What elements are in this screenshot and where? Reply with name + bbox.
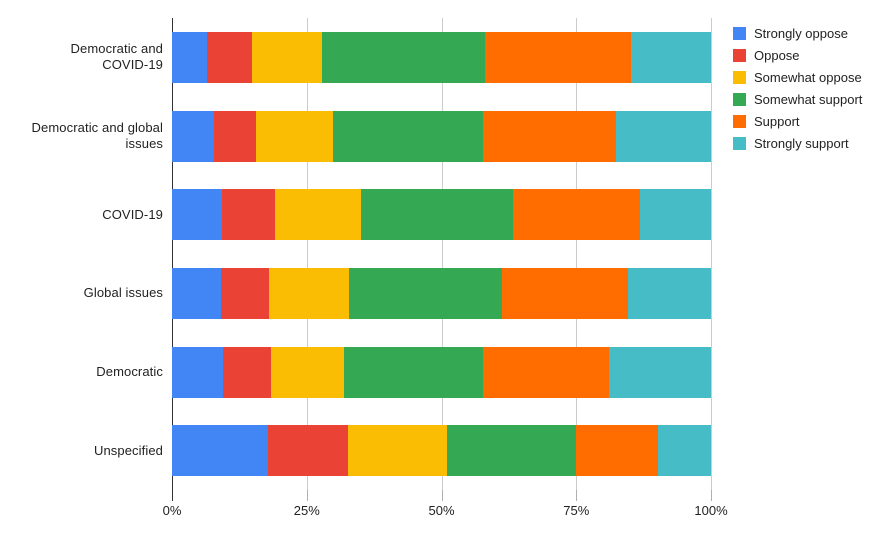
bar-segment[interactable] — [343, 346, 483, 398]
y-axis-label: COVID-19 — [102, 206, 163, 222]
chart-legend: Strongly oppose Oppose Somewhat oppose Some… — [733, 22, 883, 154]
bar-segment[interactable] — [576, 425, 659, 477]
bar-segment[interactable] — [616, 110, 711, 162]
bar-segment[interactable] — [348, 425, 447, 477]
legend-label: Support — [754, 113, 800, 129]
legend-label: Strongly support — [754, 135, 849, 151]
bar-segment[interactable] — [513, 189, 640, 241]
bar-segment[interactable] — [348, 267, 502, 319]
gridline-100pct — [711, 18, 712, 490]
y-axis-label: Democratic and global issues — [31, 120, 163, 151]
bar-segment[interactable] — [639, 189, 711, 241]
bar-segment[interactable] — [172, 189, 223, 241]
bar-row[interactable] — [172, 189, 711, 241]
bar-segment[interactable] — [172, 425, 268, 477]
y-axis-label: Global issues — [83, 285, 163, 301]
x-axis-tick — [711, 490, 712, 501]
bar-segment[interactable] — [207, 31, 252, 83]
bar-segment[interactable] — [361, 189, 514, 241]
bar-row[interactable] — [172, 31, 711, 83]
legend-swatch-icon — [733, 136, 746, 150]
bar-segment[interactable] — [271, 346, 344, 398]
legend-item[interactable]: Somewhat support — [733, 88, 883, 110]
legend-swatch-icon — [733, 26, 746, 40]
legend-swatch-icon — [733, 114, 746, 128]
y-axis-category-labels: Democratic and COVID-19 Democratic and glo… — [0, 18, 163, 490]
bar-row[interactable] — [172, 346, 711, 398]
x-axis-tick-label: 75% — [563, 503, 590, 518]
x-axis-tick-label: 50% — [428, 503, 455, 518]
plot-area — [172, 18, 712, 490]
bar-segment[interactable] — [172, 346, 224, 398]
bar-segment[interactable] — [267, 425, 349, 477]
bar-segment[interactable] — [446, 425, 577, 477]
bar-segment[interactable] — [627, 267, 711, 319]
legend-label: Somewhat oppose — [754, 69, 862, 85]
bar-row[interactable] — [172, 425, 711, 477]
bar-segment[interactable] — [630, 31, 711, 83]
gridline-25pct — [306, 18, 308, 490]
x-axis-tick — [576, 490, 578, 501]
legend-item[interactable]: Strongly support — [733, 132, 883, 154]
legend-label: Somewhat support — [754, 91, 863, 107]
gridline-50pct — [441, 18, 443, 490]
x-axis-tick-label: 25% — [293, 503, 320, 518]
legend-item[interactable]: Somewhat oppose — [733, 66, 883, 88]
bar-row[interactable] — [172, 267, 711, 319]
bar-segment[interactable] — [482, 110, 617, 162]
bar-segment[interactable] — [251, 31, 322, 83]
x-axis-tick-label: 0% — [162, 503, 182, 518]
gridline-75pct — [576, 18, 578, 490]
x-axis-tick — [441, 490, 443, 501]
stacked-bar-chart: Democratic and COVID-19 Democratic and glo… — [0, 0, 885, 547]
bar-segment[interactable] — [222, 189, 275, 241]
bar-segment[interactable] — [256, 110, 334, 162]
bar-segment[interactable] — [482, 346, 609, 398]
gridline-0pct — [172, 18, 173, 490]
bar-segment[interactable] — [172, 31, 208, 83]
legend-item[interactable]: Oppose — [733, 44, 883, 66]
bar-segment[interactable] — [172, 110, 215, 162]
legend-item[interactable]: Strongly oppose — [733, 22, 883, 44]
bar-segment[interactable] — [221, 267, 270, 319]
legend-item[interactable]: Support — [733, 110, 883, 132]
legend-label: Strongly oppose — [754, 25, 848, 41]
legend-swatch-icon — [733, 70, 746, 84]
bar-row[interactable] — [172, 110, 711, 162]
bar-segment[interactable] — [321, 31, 485, 83]
y-axis-label: Democratic — [96, 364, 163, 379]
y-axis-label: Unspecified — [93, 442, 163, 458]
x-axis-tick — [172, 490, 173, 501]
x-axis-tick — [306, 490, 308, 501]
bar-segment[interactable] — [214, 110, 257, 162]
bar-segment[interactable] — [608, 346, 711, 398]
bar-segment[interactable] — [333, 110, 483, 162]
bar-segment[interactable] — [658, 425, 711, 477]
legend-label: Oppose — [754, 47, 800, 63]
y-axis-label: Democratic and COVID-19 — [70, 41, 163, 73]
bar-segment[interactable] — [484, 31, 631, 83]
bar-segment[interactable] — [269, 267, 349, 319]
bar-segment[interactable] — [274, 189, 362, 241]
bar-segment[interactable] — [501, 267, 628, 319]
legend-swatch-icon — [733, 92, 746, 106]
x-axis: 0% 25% 50% 75% 100% — [163, 490, 728, 530]
x-axis-tick-label: 100% — [694, 503, 728, 518]
legend-swatch-icon — [733, 48, 746, 62]
bar-segment[interactable] — [172, 267, 222, 319]
bar-segment[interactable] — [223, 346, 272, 398]
